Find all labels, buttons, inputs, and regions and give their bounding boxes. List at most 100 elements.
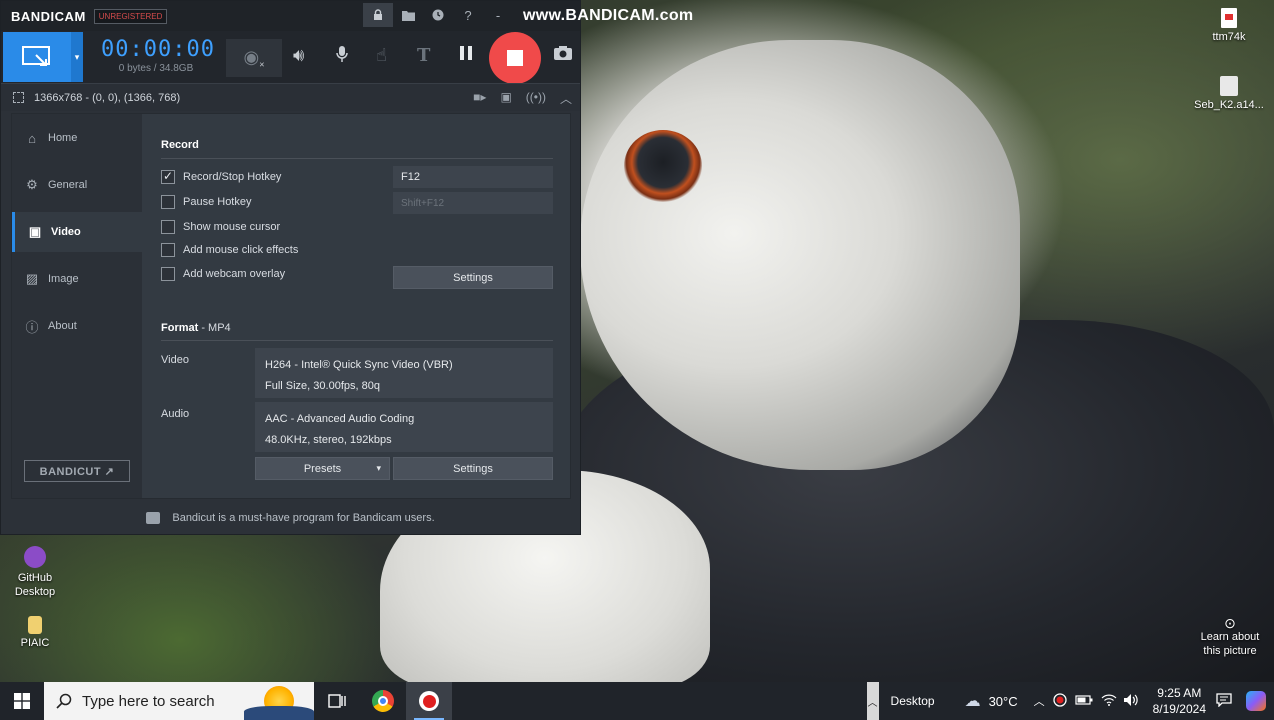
learn-about-label: Learn about this picture bbox=[1200, 631, 1260, 657]
desktop-icon-ttm74k[interactable]: ttm74k bbox=[1194, 8, 1264, 43]
search-highlight-hill bbox=[244, 706, 314, 720]
taskbar-bandicam[interactable] bbox=[406, 682, 452, 720]
bandicut-button[interactable]: BANDICUT ↗ bbox=[24, 460, 130, 482]
checkbox[interactable] bbox=[161, 195, 175, 209]
divider bbox=[161, 340, 553, 341]
app-logo: BANDICAM bbox=[11, 8, 86, 24]
lock-icon[interactable] bbox=[363, 3, 393, 27]
chevron-down-icon: ▾ bbox=[376, 463, 381, 473]
weather-temp[interactable]: 30°C bbox=[989, 694, 1018, 709]
desktop-icon-label: PIAIC bbox=[20, 637, 50, 649]
broadcast-icon[interactable]: ((•)) bbox=[526, 90, 546, 107]
sidebar-item-about[interactable]: ⓘ About bbox=[12, 306, 142, 346]
taskbar-search[interactable]: Type here to search bbox=[44, 682, 314, 720]
unregistered-badge[interactable]: UNREGISTERED bbox=[93, 8, 168, 24]
task-view-icon bbox=[328, 694, 346, 708]
info-icon: ⓘ bbox=[25, 319, 39, 335]
video-params: Full Size, 30.00fps, 80q bbox=[265, 380, 380, 392]
sidebar-item-video[interactable]: ▣ Video bbox=[12, 212, 142, 252]
bandicam-tray-icon[interactable] bbox=[1052, 692, 1067, 710]
option-mouse-click-effects[interactable]: Add mouse click effects bbox=[161, 243, 298, 257]
screenshot-camera-icon[interactable] bbox=[553, 45, 573, 66]
select-area-icon[interactable] bbox=[13, 92, 24, 103]
timer-display: 00:00:00 0 bytes / 34.8GB bbox=[101, 37, 214, 74]
presets-button[interactable]: Presets ▾ bbox=[255, 457, 390, 480]
task-view-button[interactable] bbox=[314, 682, 360, 720]
footer-text[interactable]: Bandicut is a must-have program for Band… bbox=[172, 512, 434, 524]
record-settings-button[interactable]: Settings bbox=[393, 266, 553, 289]
main-toolbar: ▾ 00:00:00 0 bytes / 34.8GB ◉× 🔊︎ ☝︎ T bbox=[1, 31, 580, 84]
audio-codec: AAC - Advanced Audio Coding bbox=[265, 413, 415, 425]
windows-icon bbox=[14, 693, 30, 709]
desktop-icon-seb-k2[interactable]: Seb_K2.a14... bbox=[1194, 76, 1264, 111]
format-section-title: Format - MP4 bbox=[161, 322, 231, 334]
option-record-stop-hotkey[interactable]: Record/Stop Hotkey bbox=[161, 169, 281, 184]
bandicam-record-icon bbox=[419, 691, 439, 711]
audio-format-box[interactable]: AAC - Advanced Audio Coding 48.0KHz, ste… bbox=[255, 402, 553, 452]
option-show-mouse-cursor[interactable]: Show mouse cursor bbox=[161, 220, 280, 234]
webcam-button[interactable]: ◉× bbox=[226, 39, 282, 77]
mode-dropdown-icon[interactable]: ▾ bbox=[71, 32, 83, 82]
sidebar-item-label: About bbox=[48, 320, 77, 332]
record-hotkey-field[interactable]: F12 bbox=[393, 166, 553, 188]
desktop-icon-label: Seb_K2.a14... bbox=[1194, 99, 1264, 111]
start-button[interactable] bbox=[0, 682, 44, 720]
sidebar-item-general[interactable]: ⚙ General bbox=[12, 165, 142, 205]
file-icon bbox=[28, 616, 42, 634]
image-icon[interactable]: ▣ bbox=[500, 90, 511, 107]
chevron-show-hidden-icon[interactable]: ︿ bbox=[866, 682, 879, 720]
desktop-toolbar-label[interactable]: Desktop bbox=[891, 694, 935, 708]
desktop-icon-piaic[interactable]: PIAIC bbox=[0, 616, 70, 649]
option-webcam-overlay[interactable]: Add webcam overlay bbox=[161, 267, 285, 281]
notification-icon[interactable] bbox=[1216, 692, 1232, 710]
video-format-box[interactable]: H264 - Intel® Quick Sync Video (VBR) Ful… bbox=[255, 348, 553, 398]
volume-icon[interactable] bbox=[1123, 693, 1139, 710]
clock-icon[interactable] bbox=[423, 3, 453, 27]
record-stop-button[interactable] bbox=[489, 32, 541, 84]
collapse-icon[interactable]: ︿ bbox=[560, 90, 572, 107]
taskbar-chrome[interactable] bbox=[360, 682, 406, 720]
option-pause-hotkey[interactable]: Pause Hotkey bbox=[161, 195, 251, 209]
learn-about-picture[interactable]: ⊙ Learn about this picture bbox=[1194, 616, 1266, 658]
checkbox[interactable] bbox=[161, 243, 175, 257]
screen-mode-button[interactable] bbox=[3, 32, 71, 82]
system-tray: ︿ Desktop ☁ 30°C ︿ 9:25 AM 8/19/2024 bbox=[866, 682, 1274, 720]
tray-chevron-icon[interactable]: ︿ bbox=[1034, 693, 1045, 709]
taskbar: Type here to search ︿ Desktop ☁ 30°C ︿ 9… bbox=[0, 682, 1274, 720]
speaker-icon[interactable]: 🔊︎ bbox=[293, 45, 304, 66]
sidebar-item-label: General bbox=[48, 179, 88, 191]
minimize-icon[interactable]: - bbox=[483, 3, 513, 27]
microphone-icon[interactable] bbox=[335, 45, 349, 68]
clock[interactable]: 9:25 AM 8/19/2024 bbox=[1153, 685, 1206, 717]
clock-time: 9:25 AM bbox=[1157, 686, 1202, 700]
folder-icon[interactable] bbox=[393, 3, 423, 27]
help-icon[interactable]: ? bbox=[453, 3, 483, 27]
settings-panel: ⌂ Home ⚙ General ▣ Video ▨ Image ⓘ About… bbox=[11, 113, 571, 499]
mouse-effect-icon[interactable]: ☝︎ bbox=[376, 45, 387, 66]
text-overlay-icon[interactable]: T bbox=[417, 45, 430, 66]
battery-icon[interactable] bbox=[1075, 694, 1093, 708]
video-settings-icon: ▣ bbox=[28, 224, 42, 239]
checkbox[interactable] bbox=[161, 267, 175, 281]
search-icon bbox=[56, 693, 72, 709]
format-container: - MP4 bbox=[198, 322, 231, 334]
checkbox[interactable] bbox=[161, 169, 175, 184]
pause-icon[interactable] bbox=[459, 45, 473, 66]
desktop-icon-label: ttm74k bbox=[1212, 31, 1246, 43]
image-icon: ▨ bbox=[25, 271, 39, 286]
footer-tip: Bandicut is a must-have program for Band… bbox=[1, 501, 580, 534]
checkbox[interactable] bbox=[161, 220, 175, 234]
bandicam-window: BANDICAM UNREGISTERED ? - www.BANDICAM.c… bbox=[0, 0, 693, 535]
copilot-icon[interactable] bbox=[1246, 691, 1266, 711]
sidebar-item-label: Image bbox=[48, 273, 79, 285]
sidebar-item-image[interactable]: ▨ Image bbox=[12, 259, 142, 299]
home-icon: ⌂ bbox=[28, 130, 36, 146]
sidebar-item-home[interactable]: ⌂ Home bbox=[12, 118, 142, 158]
desktop-icon-label: GitHub Desktop bbox=[14, 572, 56, 598]
format-settings-button[interactable]: Settings bbox=[393, 457, 553, 480]
wifi-icon[interactable] bbox=[1101, 694, 1117, 709]
presets-label: Presets bbox=[303, 462, 342, 475]
desktop-icon-github[interactable]: GitHub Desktop bbox=[0, 546, 70, 599]
video-icon[interactable]: ■▸ bbox=[473, 90, 486, 107]
pause-hotkey-field: Shift+F12 bbox=[393, 192, 553, 214]
